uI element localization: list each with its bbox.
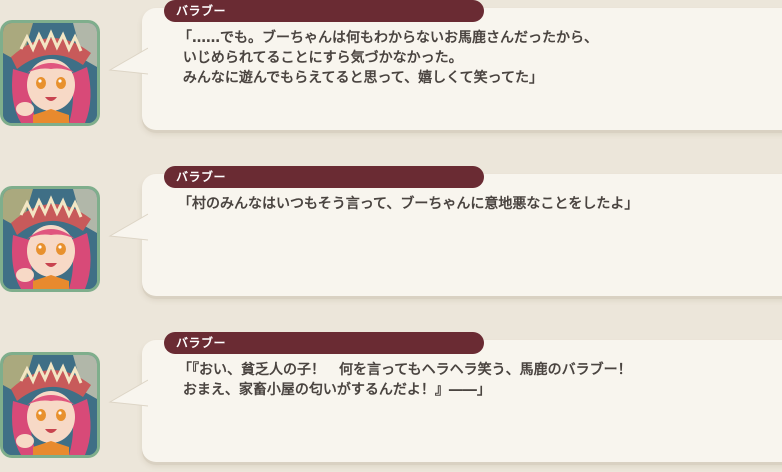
dialogue-entry[interactable]: バラブー 「村のみんなはいつもそう言って、ブーちゃんに意地悪なことをしたよ」 (0, 166, 782, 306)
speaker-name-tag: バラブー (164, 166, 484, 188)
dialogue-entry[interactable]: バラブー 「『おい、貧乏人の子！ 何を言ってもヘラヘラ笑う、馬鹿のバラブー！ お… (0, 332, 782, 472)
speech-bubble-tail (108, 213, 148, 241)
character-portrait-icon[interactable] (0, 20, 100, 126)
dialogue-text: 「村のみんなはいつもそう言って、ブーちゃんに意地悪なことをしたよ」 (178, 196, 639, 212)
character-portrait-icon[interactable] (0, 186, 100, 292)
speech-bubble (142, 340, 782, 462)
dialogue-text: 「『おい、貧乏人の子！ 何を言ってもヘラヘラ笑う、馬鹿のバラブー！ おまえ、家畜… (178, 362, 632, 398)
speaker-name: バラブー (176, 336, 227, 350)
speech-bubble-tail (108, 47, 148, 75)
dialogue-text: 「……でも。ブーちゃんは何もわからないお馬鹿さんだったから、 いじめられてること… (178, 30, 598, 86)
speaker-name: バラブー (176, 170, 227, 184)
speech-bubble (142, 174, 782, 296)
dialogue-entry[interactable]: バラブー 「……でも。ブーちゃんは何もわからないお馬鹿さんだったから、 いじめら… (0, 0, 782, 140)
speaker-name-tag: バラブー (164, 0, 484, 22)
speaker-name: バラブー (176, 4, 227, 18)
speech-bubble-tail (108, 379, 148, 407)
character-portrait-icon[interactable] (0, 352, 100, 458)
speaker-name-tag: バラブー (164, 332, 484, 354)
